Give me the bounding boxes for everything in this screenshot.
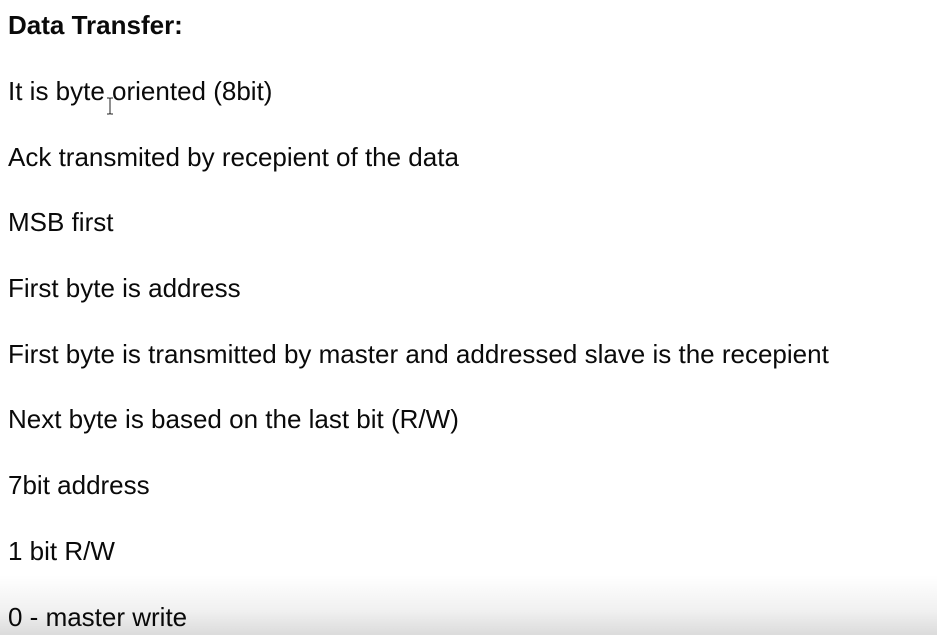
document-line: Next byte is based on the last bit (R/W) (8, 404, 459, 434)
document-page: Data Transfer: It is byte oriented (8bit… (0, 0, 937, 635)
document-line: First byte is transmitted by master and … (8, 339, 829, 369)
document-heading: Data Transfer: (8, 10, 183, 40)
document-line: It is byte oriented (8bit) (8, 76, 273, 106)
document-line: 0 - master write (8, 602, 188, 632)
document-line: Ack transmited by recepient of the data (8, 142, 459, 172)
document-line: MSB first (8, 207, 114, 237)
document-line: 1 bit R/W (8, 536, 115, 566)
text-cursor-icon (106, 97, 114, 115)
document-line: First byte is address (8, 273, 241, 303)
document-line: 7bit address (8, 470, 150, 500)
